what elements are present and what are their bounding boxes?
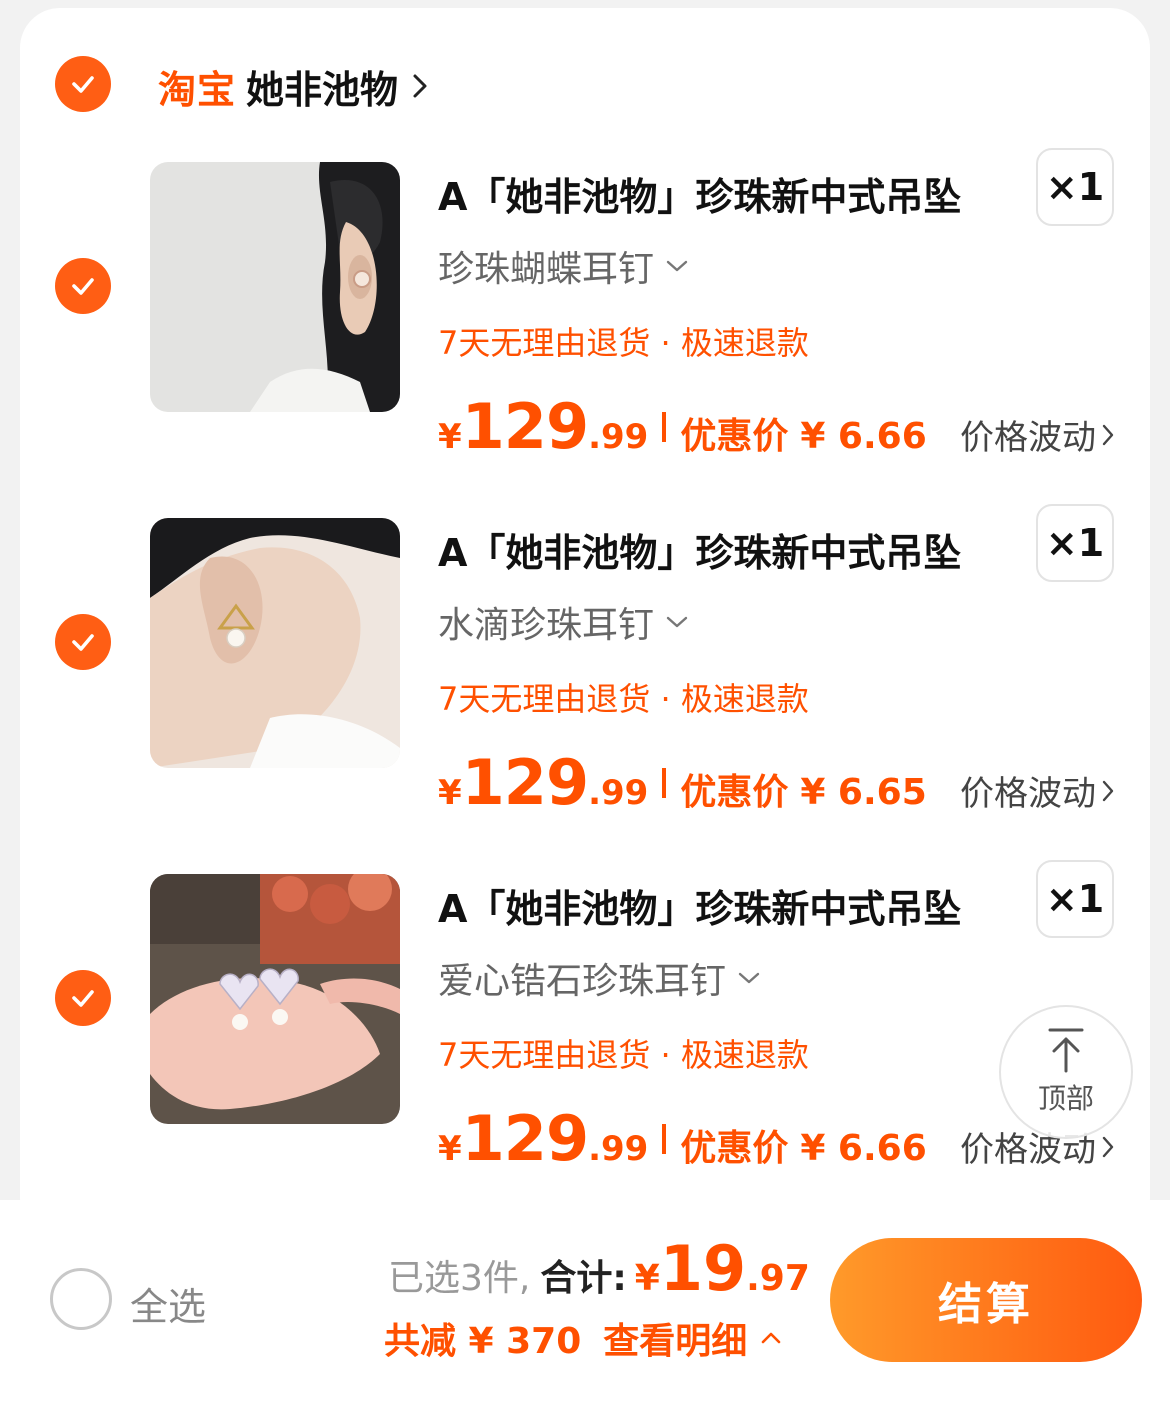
chevron-down-icon xyxy=(666,260,688,272)
variant-label: 珍珠蝴蝶耳钉 xyxy=(438,249,655,290)
product-image[interactable] xyxy=(150,518,400,768)
shop-checkbox[interactable] xyxy=(55,56,111,112)
checkout-button[interactable]: 结算 xyxy=(830,1238,1142,1362)
view-detail-label: 查看明细 xyxy=(603,1321,748,1362)
check-icon xyxy=(72,990,94,1007)
total-dec: .97 xyxy=(746,1258,810,1299)
product-title[interactable]: A「她非池物」珍珠新中式吊坠 xyxy=(438,522,961,577)
item-checkbox[interactable] xyxy=(55,614,111,670)
chevron-right-icon xyxy=(1102,424,1114,445)
total-label: 合计: xyxy=(540,1258,627,1299)
taobao-brand: 淘宝 xyxy=(158,67,237,112)
chevron-up-icon xyxy=(761,1332,781,1344)
chevron-right-icon xyxy=(413,74,427,98)
discount-price: ¥ 6.65 xyxy=(800,772,927,813)
variant-selector[interactable]: 珍珠蝴蝶耳钉 xyxy=(438,240,688,292)
price-row: ¥ 129 .99 优惠价 ¥ 6.65 xyxy=(438,746,927,819)
price-int: 129 xyxy=(461,1102,589,1175)
service-tags: 7天无理由退货 · 极速退款 xyxy=(438,324,809,362)
discount-price: ¥ 6.66 xyxy=(800,416,927,457)
check-icon xyxy=(72,76,94,93)
chevron-right-icon xyxy=(1102,780,1114,801)
quantity-box[interactable]: ×1 xyxy=(1036,148,1114,226)
shop-header[interactable]: 淘宝 她非池物 xyxy=(158,56,428,116)
price-currency: ¥ xyxy=(438,417,462,457)
butterfly-earring-photo xyxy=(150,162,400,412)
drop-pearl-earring-photo xyxy=(150,518,400,768)
cart-item: A「她非池物」珍珠新中式吊坠 ×1 水滴珍珠耳钉 7天无理由退货 · 极速退款 … xyxy=(0,496,1170,826)
discount-label: 优惠价 xyxy=(680,772,789,813)
price-int: 129 xyxy=(461,746,589,819)
variant-selector[interactable]: 爱心锆石珍珠耳钉 xyxy=(438,952,760,1004)
fluctuation-label: 价格波动 xyxy=(960,774,1096,814)
price-dec: .99 xyxy=(588,417,649,457)
total-currency: ¥ xyxy=(634,1258,660,1299)
saving-amount: 共减 ¥ 370 xyxy=(384,1321,582,1362)
order-summary: 已选3件, 合计: ¥ 19 .97 xyxy=(388,1232,810,1305)
price-currency: ¥ xyxy=(438,773,462,813)
discount-detail-link[interactable]: 共减 ¥ 370 查看明细 xyxy=(384,1312,781,1364)
check-icon xyxy=(72,278,94,295)
back-to-top-button[interactable]: 顶部 xyxy=(999,1005,1133,1139)
item-checkbox[interactable] xyxy=(55,258,111,314)
discount-label: 优惠价 xyxy=(680,1128,789,1169)
item-checkbox[interactable] xyxy=(55,970,111,1026)
price-divider xyxy=(662,411,667,442)
checkout-bar: 全选 已选3件, 合计: ¥ 19 .97 共减 ¥ 370 查看明细 结算 xyxy=(0,1200,1170,1401)
chevron-down-icon xyxy=(738,972,760,984)
product-title[interactable]: A「她非池物」珍珠新中式吊坠 xyxy=(438,166,961,221)
discount-label: 优惠价 xyxy=(680,416,789,457)
product-image[interactable] xyxy=(150,162,400,412)
chevron-down-icon xyxy=(666,616,688,628)
price-divider xyxy=(662,767,667,798)
back-to-top-label: 顶部 xyxy=(1037,1082,1094,1115)
shop-name: 她非池物 xyxy=(246,67,399,112)
fluctuation-label: 价格波动 xyxy=(960,418,1096,458)
price-row: ¥ 129 .99 优惠价 ¥ 6.66 xyxy=(438,390,927,463)
product-title[interactable]: A「她非池物」珍珠新中式吊坠 xyxy=(438,878,961,933)
arrow-up-icon xyxy=(1048,1028,1084,1073)
price-fluctuation-link[interactable]: 价格波动 xyxy=(960,410,1114,459)
quantity-box[interactable]: ×1 xyxy=(1036,860,1114,938)
cart-item: A「她非池物」珍珠新中式吊坠 ×1 爱心锆石珍珠耳钉 7天无理由退货 · 极速退… xyxy=(0,852,1170,1182)
select-all-checkbox[interactable] xyxy=(50,1268,112,1330)
price-fluctuation-link[interactable]: 价格波动 xyxy=(960,766,1114,815)
chevron-right-icon xyxy=(1102,1136,1114,1157)
variant-label: 水滴珍珠耳钉 xyxy=(438,605,655,646)
select-all-label[interactable]: 全选 xyxy=(130,1276,206,1331)
price-currency: ¥ xyxy=(438,1129,462,1169)
price-row: ¥ 129 .99 优惠价 ¥ 6.66 xyxy=(438,1102,927,1175)
variant-selector[interactable]: 水滴珍珠耳钉 xyxy=(438,596,688,648)
price-divider xyxy=(662,1123,667,1154)
service-tags: 7天无理由退货 · 极速退款 xyxy=(438,680,809,718)
variant-label: 爱心锆石珍珠耳钉 xyxy=(438,961,727,1002)
heart-pearl-earring-photo xyxy=(150,874,400,1124)
price-dec: .99 xyxy=(588,773,649,813)
selected-count: 已选3件, xyxy=(388,1258,531,1299)
discount-price: ¥ 6.66 xyxy=(800,1128,927,1169)
service-tags: 7天无理由退货 · 极速退款 xyxy=(438,1036,809,1074)
total-int: 19 xyxy=(659,1232,747,1305)
quantity-box[interactable]: ×1 xyxy=(1036,504,1114,582)
cart-item: A「她非池物」珍珠新中式吊坠 ×1 珍珠蝴蝶耳钉 7天无理由退货 · 极速退款 … xyxy=(0,140,1170,470)
check-icon xyxy=(72,634,94,651)
price-dec: .99 xyxy=(588,1129,649,1169)
price-int: 129 xyxy=(461,390,589,463)
product-image[interactable] xyxy=(150,874,400,1124)
